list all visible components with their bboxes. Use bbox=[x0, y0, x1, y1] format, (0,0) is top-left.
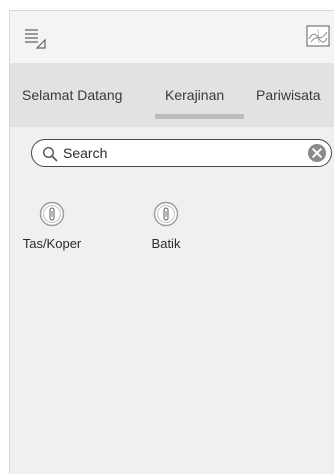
search-icon bbox=[42, 146, 58, 162]
active-tab-indicator bbox=[155, 114, 244, 119]
category-item-tas-koper[interactable]: Tas/Koper bbox=[12, 201, 92, 281]
category-label: Batik bbox=[151, 236, 181, 251]
app-frame: Selamat Datang Kerajinan Pariwisata Sear… bbox=[9, 10, 334, 474]
clear-search-icon[interactable] bbox=[307, 143, 327, 163]
info-pin-icon bbox=[153, 201, 179, 227]
tab-pariwisata[interactable]: Pariwisata bbox=[256, 63, 321, 127]
top-toolbar bbox=[10, 11, 334, 63]
tab-bar: Selamat Datang Kerajinan Pariwisata bbox=[10, 63, 334, 127]
search-input[interactable] bbox=[63, 144, 293, 162]
search-bar bbox=[31, 139, 332, 167]
map-icon[interactable] bbox=[306, 25, 330, 47]
category-item-batik[interactable]: Batik bbox=[126, 201, 206, 281]
category-label: Tas/Koper bbox=[22, 236, 82, 251]
tab-selamat-datang[interactable]: Selamat Datang bbox=[22, 63, 122, 127]
list-menu-icon[interactable] bbox=[24, 27, 46, 49]
info-pin-icon bbox=[39, 201, 65, 227]
